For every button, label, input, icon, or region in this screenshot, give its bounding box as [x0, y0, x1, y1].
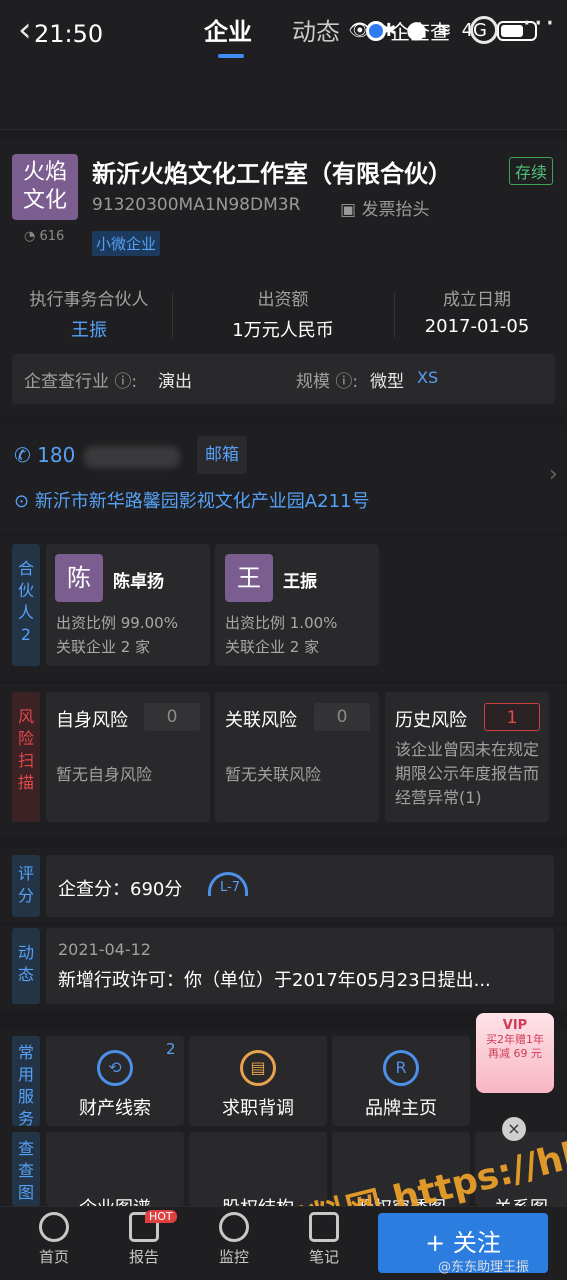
risk-side-label[interactable]: 风险扫描: [12, 692, 40, 822]
score-level: L-7: [220, 880, 240, 895]
brand-logo: 企查查: [366, 16, 450, 45]
founded-label: 成立日期: [443, 290, 511, 310]
scale-value: 微型: [370, 372, 404, 392]
dynamic-date: 2021-04-12: [58, 940, 151, 959]
partners-side-label[interactable]: 合伙人 2: [12, 544, 40, 666]
search-icon[interactable]: [470, 16, 498, 44]
property-clue-icon: ⟲: [97, 1050, 133, 1086]
vip-promo[interactable]: VIP 买2年赠1年 再减 69 元: [476, 1013, 554, 1093]
email-button[interactable]: 邮箱: [197, 436, 247, 474]
status-time: 21:50: [34, 20, 104, 48]
avatar: 王: [225, 554, 273, 602]
risk-count: 0: [144, 703, 200, 731]
legal-rep-label: 执行事务合伙人: [29, 290, 149, 310]
risk-desc: 暂无关联风险: [225, 765, 322, 784]
nav-monitor[interactable]: 监控: [204, 1212, 264, 1267]
capital-value: 1万元人民币: [232, 320, 334, 341]
score-text: 企查分：690分: [58, 879, 183, 900]
company-tag: 小微企业: [92, 231, 161, 256]
service-brand[interactable]: R 品牌主页: [332, 1036, 470, 1126]
nav-home[interactable]: 首页: [24, 1212, 84, 1267]
avatar: 陈: [55, 554, 103, 602]
industry-value: 演出: [158, 372, 192, 392]
brand-name: 企查查: [390, 20, 450, 44]
background-check-icon: ▤: [240, 1050, 276, 1086]
partner-ratio: 出资比例 1.00%: [225, 614, 338, 632]
risk-desc: 该企业曾因未在规定期限公示年度报告而经营异常(1): [395, 740, 540, 807]
service-property-clue[interactable]: ⟲ 财产线索: [46, 1036, 184, 1126]
tab-underline: [218, 54, 244, 58]
score-side-label[interactable]: 评分: [12, 855, 40, 917]
partner-ratio: 出资比例 99.00%: [56, 614, 178, 632]
chevron-right-icon[interactable]: ›: [549, 462, 558, 487]
hot-badge: HOT: [145, 1210, 177, 1223]
risk-title: 关联风险: [225, 710, 297, 731]
address-link[interactable]: ⊙ 新沂市新华路馨园影视文化产业园A211号: [14, 487, 369, 513]
divider: [172, 292, 173, 338]
tab-enterprise[interactable]: 企业: [204, 12, 252, 47]
risk-title: 自身风险: [56, 710, 128, 731]
company-logo: 火焰 文化: [12, 154, 78, 220]
scale-label: 规模 ⓘ:: [296, 372, 359, 392]
tab-dynamics[interactable]: 动态: [292, 12, 340, 47]
contact-section: [0, 425, 567, 532]
service-badge: 2: [166, 1040, 176, 1058]
brand-icon: [366, 20, 386, 41]
partner-name: 陈卓扬: [113, 572, 164, 592]
risk-title: 历史风险: [395, 710, 467, 731]
phone-link[interactable]: ✆ 180: [14, 443, 75, 467]
legal-rep-value[interactable]: 王振: [0, 316, 179, 342]
services-side-label[interactable]: 常用服务: [12, 1036, 40, 1128]
notes-icon: [309, 1212, 339, 1242]
scale-code: XS: [417, 368, 439, 387]
dynamic-side-label[interactable]: 动态: [12, 928, 40, 1004]
company-name: 新沂火焰文化工作室（有限合伙）: [92, 160, 452, 188]
industry-label: 企查查行业 ⓘ:: [24, 372, 138, 392]
view-count: ◔ 616: [24, 229, 65, 244]
dynamic-text: 新增行政许可：你（单位）于2017年05月23日提出...: [58, 970, 491, 991]
capital-label: 出资额: [257, 290, 309, 310]
brand-icon: R: [383, 1050, 419, 1086]
partner-related: 关联企业 2 家: [56, 638, 151, 656]
credit-code: 91320300MA1N98DM3R: [92, 195, 301, 215]
home-icon: [39, 1212, 69, 1242]
phone-blur: [84, 446, 180, 468]
top-navbar: [0, 68, 567, 130]
graphs-side-label[interactable]: 查查图谱: [12, 1132, 40, 1224]
founded-value: 2017-01-05: [424, 316, 530, 337]
risk-count: 0: [314, 703, 370, 731]
back-arrow-icon[interactable]: ‹: [18, 10, 32, 50]
more-icon[interactable]: ···: [522, 6, 557, 41]
service-background-check[interactable]: ▤ 求职背调: [189, 1036, 327, 1126]
graph-card[interactable]: 企业图谱: [46, 1132, 184, 1219]
partner-name: 王振: [283, 572, 317, 592]
partner-related: 关联企业 2 家: [225, 638, 320, 656]
status-badge: 存续: [509, 157, 554, 185]
watermark-handle: @东东助理王振: [438, 1260, 530, 1275]
nav-notes[interactable]: 笔记: [294, 1212, 354, 1267]
risk-count: 1: [484, 703, 540, 731]
monitor-icon: [219, 1212, 249, 1242]
invoice-button[interactable]: ▣ 发票抬头: [340, 195, 429, 220]
risk-desc: 暂无自身风险: [56, 765, 153, 784]
